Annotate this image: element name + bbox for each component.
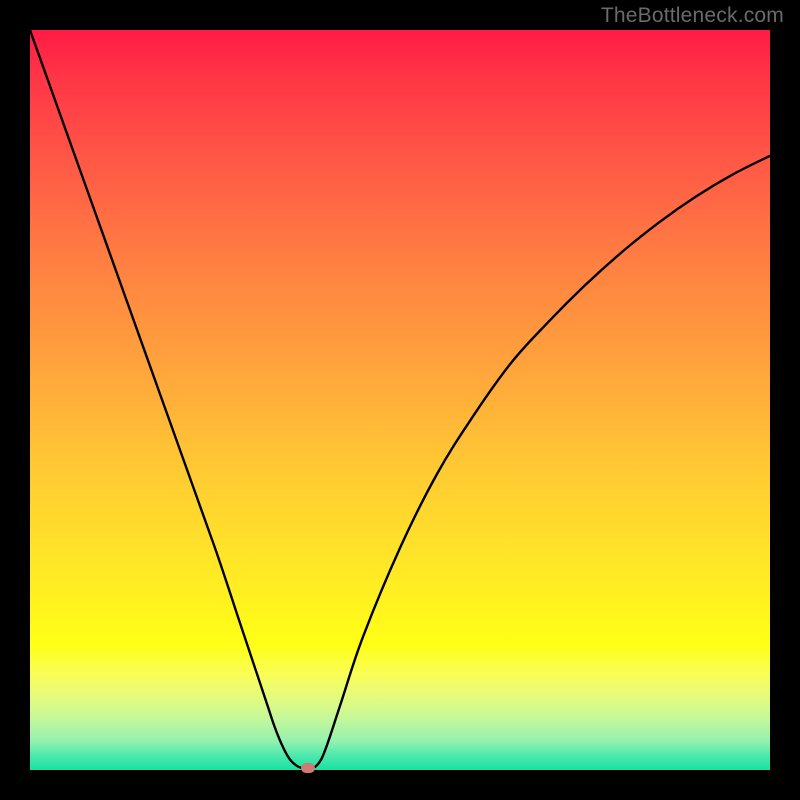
plot-area (30, 30, 770, 770)
optimal-point-marker (301, 763, 315, 773)
curve-svg (30, 30, 770, 770)
chart-frame: TheBottleneck.com (0, 0, 800, 800)
watermark-text: TheBottleneck.com (601, 4, 784, 28)
bottleneck-curve (30, 30, 770, 769)
